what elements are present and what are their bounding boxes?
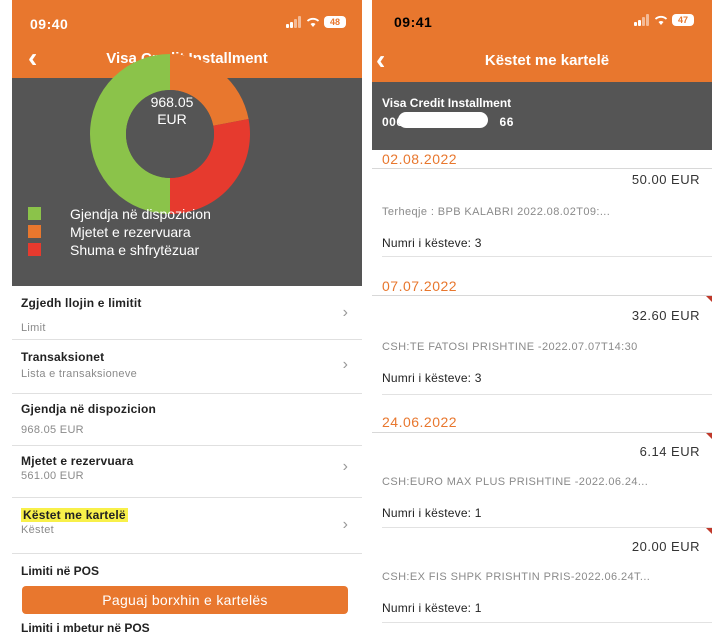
- battery-icon: 47: [672, 14, 694, 26]
- pay-card-debt-button[interactable]: Paguaj borxhin e kartelës: [22, 586, 348, 614]
- installment-description: CSH:EURO MAX PLUS PRISHTINE -2022.06.24.…: [382, 476, 649, 488]
- installment-amount: 32.60 EUR: [631, 308, 700, 323]
- account-menu-list: Zgjedh llojin e limitit Limit › Transaks…: [12, 286, 362, 578]
- reserved-funds-row[interactable]: Mjetet e rezervuara 561.00 EUR ›: [12, 446, 362, 498]
- status-bar: 09:40 48: [12, 0, 362, 38]
- donut-currency: EUR: [157, 111, 187, 127]
- transactions-row[interactable]: Transaksionet Lista e transaksioneve ›: [12, 340, 362, 394]
- date-header: 02.08.2022: [382, 151, 458, 167]
- date-header: 07.07.2022: [382, 278, 458, 294]
- installment-amount: 50.00 EUR: [631, 172, 700, 187]
- status-time: 09:40: [30, 16, 69, 32]
- corner-marker: [706, 528, 712, 534]
- pos-limit-row: Limiti në POS: [21, 564, 100, 578]
- chevron-right-icon: ›: [342, 516, 348, 533]
- date-header: 24.06.2022: [382, 414, 458, 430]
- installment-count: Numri i kësteve: 3: [382, 236, 482, 250]
- installment-description: CSH:EX FIS SHPK PRISHTIN PRIS-2022.06.24…: [382, 571, 651, 583]
- back-button[interactable]: ‹: [28, 42, 37, 74]
- legend-swatch-orange: [28, 225, 41, 238]
- card-info-panel: Visa Credit Installment 006 66: [372, 82, 712, 150]
- installment-description: Terheqje : BPB KALABRI 2022.08.02T09:...: [382, 206, 611, 218]
- limit-type-row[interactable]: Zgjedh llojin e limitit Limit ›: [12, 286, 362, 340]
- installment-count: Numri i kësteve: 3: [382, 371, 482, 385]
- card-name: Visa Credit Installment: [382, 96, 512, 110]
- installment-amount: 6.14 EUR: [639, 444, 700, 459]
- donut-amount: 968.05: [150, 94, 194, 110]
- installment-count: Numri i kësteve: 1: [382, 506, 482, 520]
- chevron-right-icon: ›: [342, 356, 348, 373]
- corner-marker: [706, 296, 712, 302]
- battery-icon: 48: [324, 16, 346, 28]
- corner-marker: [706, 433, 712, 439]
- legend-swatch-green: [28, 207, 41, 220]
- wifi-icon: [654, 15, 668, 25]
- installments-row[interactable]: Këstet me kartelë Këstet ›: [12, 498, 362, 554]
- balance-panel: 968.05 EUR Gjendja në dispozicion Mjetet…: [12, 54, 362, 286]
- installment-count: Numri i kësteve: 1: [382, 601, 482, 615]
- chevron-right-icon: ›: [342, 304, 348, 321]
- card-number-redaction: [398, 112, 488, 128]
- chevron-right-icon: ›: [342, 458, 348, 475]
- right-screen: 09:41 47 ‹ Këstet me kartelë Visa Credit…: [372, 0, 712, 632]
- balance-donut-chart: [90, 54, 250, 214]
- header-bar: 09:41 47 ‹ Këstet me kartelë: [372, 0, 712, 82]
- back-button[interactable]: ‹: [376, 44, 385, 76]
- installment-description: CSH:TE FATOSI PRISHTINE -2022.07.07T14:3…: [382, 341, 638, 353]
- available-balance-row: Gjendja në dispozicion 968.05 EUR: [12, 394, 362, 446]
- legend-swatch-red: [28, 243, 41, 256]
- status-time: 09:41: [394, 14, 433, 30]
- donut-center-label: 968.05 EUR: [122, 94, 222, 128]
- left-screen: 09:40 48 ‹ Visa Credit Installment 968.0…: [12, 0, 362, 632]
- page-title: Këstet me kartelë: [484, 52, 610, 69]
- wifi-icon: [306, 17, 320, 27]
- remaining-pos-limit-label: Limiti i mbetur në POS: [21, 621, 150, 632]
- installment-amount: 20.00 EUR: [631, 539, 700, 554]
